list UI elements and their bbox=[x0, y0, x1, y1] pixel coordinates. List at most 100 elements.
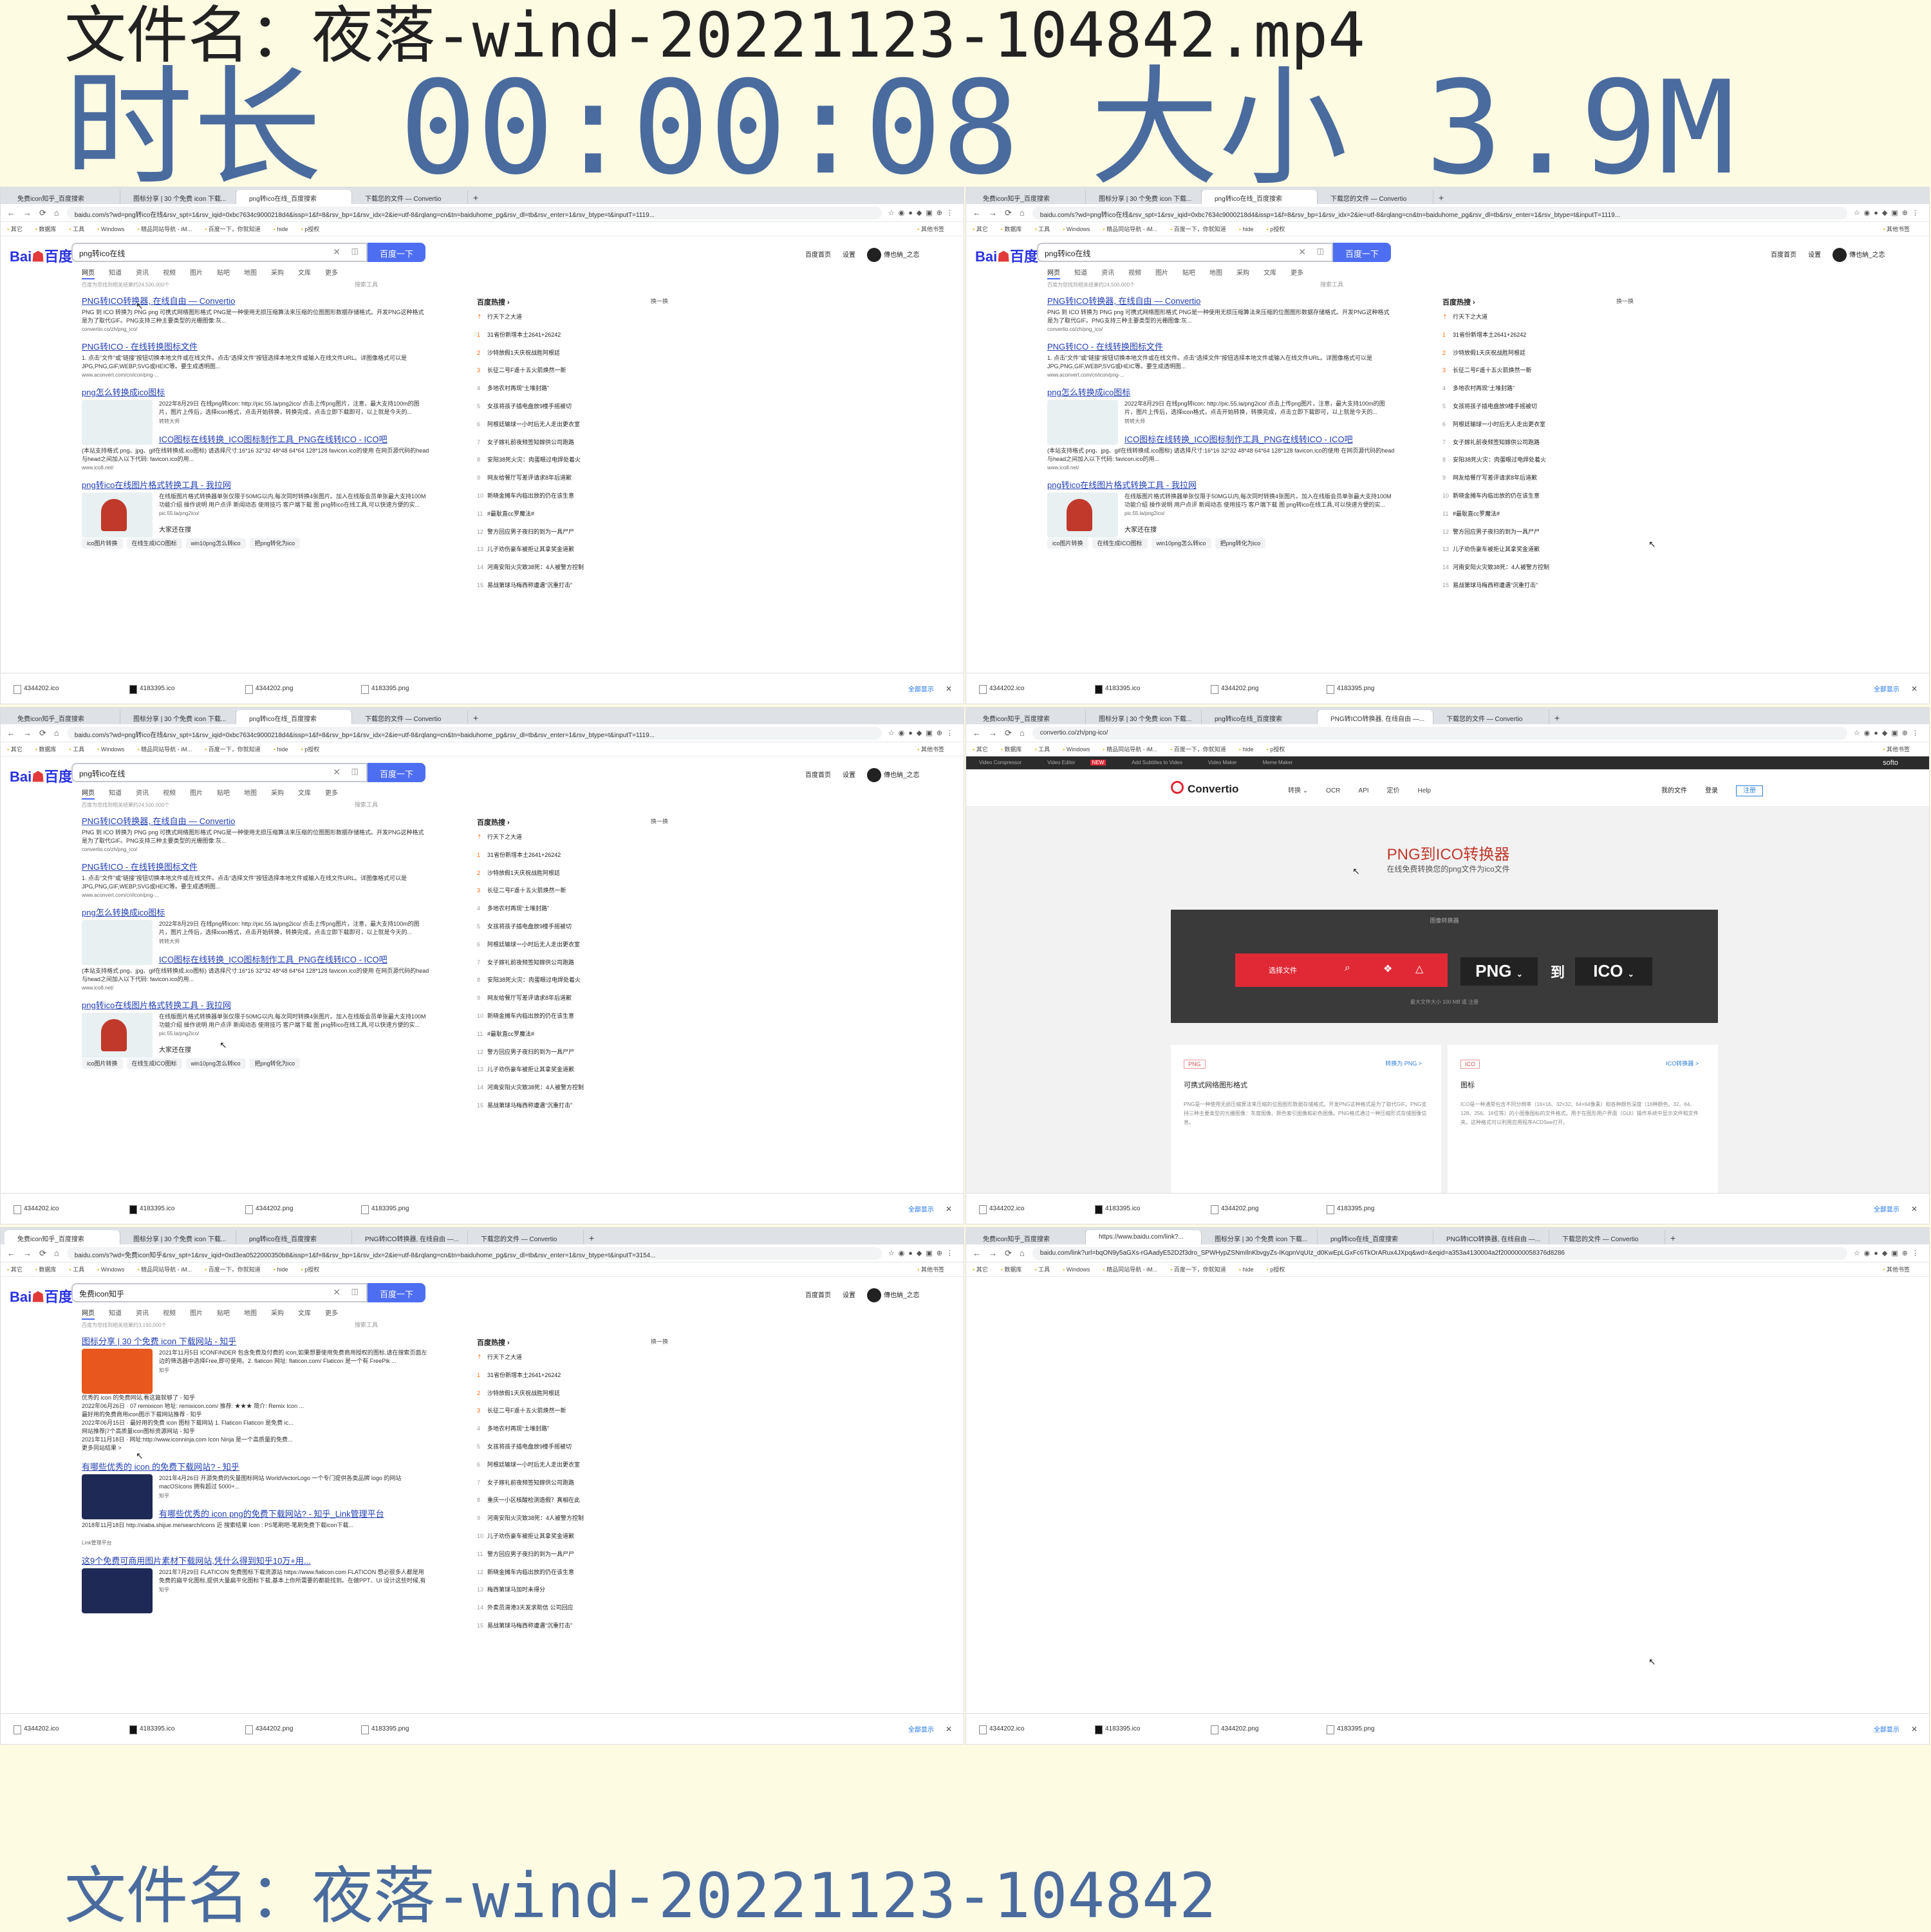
browser-tab[interactable]: 下载您的文件 — Convertio bbox=[352, 710, 468, 724]
hot-search-text[interactable]: 易战第球马梅西称遭遇“沉重打击” bbox=[487, 1622, 572, 1629]
hot-search-item[interactable]: ⇡ 行天下之大道 bbox=[477, 312, 670, 330]
hot-search-text[interactable]: #最耿直cc罗魔法# bbox=[487, 1031, 534, 1037]
forward-arrow-icon[interactable]: → bbox=[989, 208, 997, 218]
hot-search-item[interactable]: 8 安阳38死火灾：肉蛋眼过电焊处着火 bbox=[477, 455, 670, 473]
camera-icon[interactable]: ◫ bbox=[351, 1287, 359, 1296]
search-button[interactable]: 百度一下 bbox=[368, 243, 425, 262]
camera-icon[interactable]: ◫ bbox=[351, 767, 359, 776]
other-bookmarks[interactable]: 其他书签 bbox=[917, 1265, 944, 1273]
search-tab[interactable]: 网页 bbox=[82, 790, 95, 800]
result-title-link[interactable]: ICO图标在线转换_ICO图标制作工具_PNG在线转ICO - ICO吧 bbox=[159, 953, 429, 965]
hot-search-item[interactable]: 9 网友给餐厅写差评请求8年后道歉 bbox=[477, 473, 670, 491]
extension-icons[interactable]: ☆◉●◆▣⊕⋮ bbox=[1854, 729, 1923, 737]
extension-icons[interactable]: ☆◉●◆▣⊕⋮ bbox=[1854, 209, 1923, 217]
search-tab[interactable]: 资讯 bbox=[1101, 270, 1114, 277]
hot-search-text[interactable]: 阿根廷输球一小时后无人走出更衣室 bbox=[1453, 421, 1545, 427]
nav-menu-item[interactable]: OCR bbox=[1326, 787, 1340, 794]
hot-search-item[interactable]: 15 易战第球马梅西称遭遇“沉重打击” bbox=[477, 581, 670, 599]
search-input[interactable]: png转ico在线 ✕ ◫ bbox=[71, 763, 368, 782]
other-bookmarks[interactable]: 其他书签 bbox=[1883, 745, 1910, 753]
search-tab[interactable]: 网页 bbox=[82, 270, 95, 279]
browser-tab[interactable]: 下载您的文件 — Convertio bbox=[1549, 1230, 1665, 1244]
my-files-link[interactable]: 我的文件 bbox=[1661, 787, 1687, 794]
hot-search-text[interactable]: 重庆一小区核酸检测造假？真相在此 bbox=[487, 1497, 580, 1503]
hot-search-text[interactable]: 沙特放假1天庆祝战胜阿根廷 bbox=[487, 870, 560, 876]
hot-search-item[interactable]: 8 安阳38死火灾：肉蛋眼过电焊处着火 bbox=[477, 975, 670, 993]
bookmark-item[interactable]: 数据库 bbox=[1001, 225, 1021, 233]
sub-result-line[interactable]: 更多同站结果 > bbox=[82, 1444, 429, 1452]
hot-search-text[interactable]: 多地农村再现“土堆封路” bbox=[487, 1425, 549, 1432]
close-icon[interactable]: ✕ bbox=[946, 1725, 952, 1734]
bookmark-item[interactable]: p授权 bbox=[301, 745, 319, 753]
hot-search-text[interactable]: 新晓金摊车内临出放的仍在该生意 bbox=[1453, 492, 1540, 499]
hot-search-item[interactable]: 10 新晓金摊车内临出放的仍在该生意 bbox=[1442, 491, 1636, 509]
bookmark-item[interactable]: 精品同站导航 - iM... bbox=[137, 745, 192, 753]
reload-icon[interactable]: ⟳ bbox=[39, 728, 46, 738]
hot-search-text[interactable]: 女子嫁礼前夜频签知嫁供公司跑路 bbox=[487, 1479, 574, 1486]
hot-search-text[interactable]: 31省份新增本土2641+26242 bbox=[1453, 332, 1526, 338]
show-all-downloads-link[interactable]: 全部显示 bbox=[1874, 1724, 1899, 1734]
search-tab[interactable]: 贴吧 bbox=[1182, 270, 1195, 277]
result-thumbnail[interactable] bbox=[82, 1013, 153, 1058]
hot-search-text[interactable]: 梅西第球马加时未得分 bbox=[487, 1586, 545, 1593]
search-input[interactable]: png转ico在线 ✕ ◫ bbox=[1037, 243, 1333, 262]
url-input[interactable]: baidu.com/s?wd=png转ico在线&rsv_spt=1&rsv_i… bbox=[66, 726, 882, 740]
convertio-logo[interactable]: Convertio bbox=[1171, 781, 1238, 796]
hot-search-item[interactable]: 3 长征二号F遥十五火箭焕然一新 bbox=[1442, 366, 1636, 384]
hot-search-text[interactable]: 阿根廷输球一小时后无人走出更衣室 bbox=[487, 941, 580, 948]
result-thumbnail[interactable] bbox=[82, 492, 153, 538]
search-tab[interactable]: 地图 bbox=[1209, 270, 1222, 277]
download-item[interactable]: 4344202.ico bbox=[979, 1725, 1095, 1734]
hot-search-item[interactable]: 1 31省份新增本土2641+26242 bbox=[477, 330, 670, 348]
sub-result-line[interactable]: 网站推荐|7个高质量icon图标资源网站 - 知乎 bbox=[82, 1427, 429, 1436]
hot-search-item[interactable]: 1 31省份新增本土2641+26242 bbox=[1442, 330, 1636, 348]
result-thumbnail[interactable] bbox=[82, 1474, 153, 1519]
browser-tab[interactable]: 图标分享 | 30 个免费 icon 下载... bbox=[1202, 1230, 1318, 1244]
download-item[interactable]: 4344202.png bbox=[1211, 1725, 1327, 1734]
hot-search-item[interactable]: 12 警方回应男子夜扫的到为一具尸尸 bbox=[477, 1047, 670, 1065]
hot-search-item[interactable]: ⇡ 行天下之大道 bbox=[477, 832, 670, 850]
extension-icons[interactable]: ☆◉●◆▣⊕⋮ bbox=[888, 209, 957, 217]
bookmark-item[interactable]: p授权 bbox=[1267, 225, 1285, 233]
hot-search-item[interactable]: 6 阿根廷输球一小时后无人走出更衣室 bbox=[477, 940, 670, 958]
target-format-select[interactable]: ICO ⌄ bbox=[1575, 957, 1652, 986]
hot-search-text[interactable]: 安阳38死火灾：肉蛋眼过电焊处着火 bbox=[487, 456, 581, 463]
other-bookmarks[interactable]: 其他书签 bbox=[917, 745, 944, 753]
result-source[interactable]: convertio.co/zh/png_ico/ bbox=[1047, 326, 1395, 332]
forward-arrow-icon[interactable]: → bbox=[989, 1248, 997, 1258]
download-item[interactable]: 4183395.ico bbox=[1095, 1205, 1211, 1214]
bookmark-item[interactable]: 百度一下，你就知道 bbox=[205, 745, 261, 753]
hot-search-text[interactable]: 多地农村再现“土堆封路” bbox=[487, 385, 549, 391]
search-tab[interactable]: 网页 bbox=[1047, 270, 1060, 279]
user-menu[interactable]: 傳也納_之恋 bbox=[1833, 248, 1897, 262]
related-search-tag[interactable]: win10png怎么转ico bbox=[185, 538, 246, 549]
hot-search-text[interactable]: 女孩将孩子插电盘放9楼手摇被切 bbox=[487, 923, 572, 930]
bookmark-item[interactable]: hide bbox=[274, 1266, 288, 1273]
back-arrow-icon[interactable]: ← bbox=[973, 208, 981, 218]
download-item[interactable]: 4344202.ico bbox=[979, 1205, 1095, 1214]
home-link[interactable]: 百度首页 bbox=[805, 252, 831, 259]
home-link[interactable]: 百度首页 bbox=[1771, 252, 1796, 259]
bookmark-item[interactable]: 百度一下，你就知道 bbox=[1170, 745, 1226, 753]
bookmark-item[interactable]: 工具 bbox=[69, 225, 84, 233]
download-item[interactable]: 4344202.png bbox=[245, 1205, 361, 1214]
browser-tab[interactable]: png转ico在线_百度搜索 bbox=[236, 190, 352, 204]
result-title-link[interactable]: png转ico在线图片格式转换工具 - 我拉网 bbox=[82, 478, 429, 491]
show-all-downloads-link[interactable]: 全部显示 bbox=[1874, 684, 1899, 693]
bookmark-item[interactable]: 其它 bbox=[973, 745, 988, 753]
result-title-link[interactable]: png转ico在线图片格式转换工具 - 我拉网 bbox=[82, 999, 429, 1011]
result-title-link[interactable]: PNG转ICO转换器, 在线自由 — Convertio bbox=[1047, 294, 1395, 306]
hot-search-item[interactable]: 14 河南安阳火灾致38死：4人被警方控制 bbox=[1442, 563, 1636, 581]
hot-search-text[interactable]: 易战第球马梅西称遭遇“沉重打击” bbox=[1453, 582, 1538, 588]
hot-search-item[interactable]: 7 女子嫁礼前夜频签知嫁供公司跑路 bbox=[477, 1478, 670, 1496]
bookmark-item[interactable]: 精品同站导航 - iM... bbox=[1103, 225, 1157, 233]
back-arrow-icon[interactable]: ← bbox=[973, 1248, 981, 1258]
hot-search-text[interactable]: 长征二号F遥十五火箭焕然一新 bbox=[487, 887, 566, 894]
download-item[interactable]: 4344202.png bbox=[1211, 685, 1327, 694]
bookmark-item[interactable]: 百度一下，你就知道 bbox=[205, 1265, 261, 1273]
browser-tab[interactable]: 免费icon知乎_百度搜索 bbox=[5, 710, 120, 724]
other-bookmarks[interactable]: 其他书签 bbox=[917, 225, 944, 233]
nav-menu-item[interactable]: 转换 ⌄ bbox=[1288, 787, 1308, 794]
hot-search-item[interactable]: 11 警方回应男子夜扫的到为一具尸尸 bbox=[477, 1550, 670, 1568]
result-title-link[interactable]: ICO图标在线转换_ICO图标制作工具_PNG在线转ICO - ICO吧 bbox=[159, 433, 429, 445]
